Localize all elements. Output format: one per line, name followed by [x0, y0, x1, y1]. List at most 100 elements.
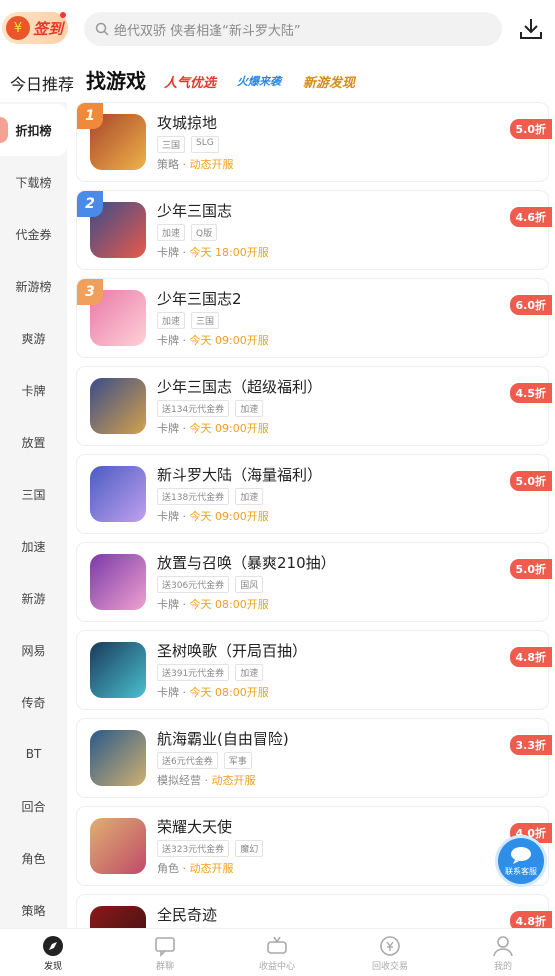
game-tag: 送134元代金券: [157, 400, 230, 417]
game-card[interactable]: 放置与召唤（暴爽210抽） 送306元代金券 国风 卡牌 · 今天 08:00开服 5.…: [77, 543, 552, 621]
sidebar-item-role[interactable]: 角色: [0, 832, 67, 884]
sidebar-item-label: 回合: [21, 799, 46, 814]
sign-in-button[interactable]: ¥ 签到: [2, 12, 68, 44]
game-card[interactable]: 2 少年三国志 加速 Q版 卡牌 · 今天 18:00开服 4.6折: [77, 191, 552, 269]
game-card[interactable]: 荣耀大天使 送323元代金券 魔幻 角色 · 动态开服 4.0折: [77, 807, 552, 885]
game-tag: 加速: [235, 488, 264, 505]
sidebar-item-legend[interactable]: 传奇: [0, 676, 67, 728]
nav-trade[interactable]: 回收交易: [350, 935, 430, 972]
game-meta: 模拟经营 · 动态开服: [157, 772, 256, 788]
game-tags: 送306元代金券 国风: [157, 576, 264, 593]
sidebar-item-downloads[interactable]: 下载榜: [0, 156, 67, 208]
user-icon: [493, 936, 513, 957]
search-input[interactable]: 绝代双骄 侠者相逢“新斗罗大陆”: [84, 12, 502, 46]
game-tag: 加速: [235, 664, 264, 681]
sidebar-item-card[interactable]: 卡牌: [0, 364, 67, 416]
sidebar-item-turn-based[interactable]: 回合: [0, 780, 67, 832]
sidebar-item-label: 新游: [21, 591, 46, 606]
game-tag: 三国: [191, 312, 220, 329]
tab-boom[interactable]: 火爆来袭: [237, 73, 281, 89]
game-tag: 送138元代金券: [157, 488, 230, 505]
chat-icon: [155, 937, 175, 957]
server-status: 今天 08:00开服: [189, 598, 269, 611]
game-tags: 加速 Q版: [157, 224, 218, 241]
sidebar-item-new[interactable]: 新游: [0, 572, 67, 624]
nav-discover[interactable]: 发现: [13, 935, 93, 972]
game-list: 1 攻城掠地 三国 SLG 策略 · 动态开服 5.0折 2 少年三国志 加速 Q版 卡牌 · 今天…: [67, 102, 555, 928]
customer-service-label: 联系客服: [505, 866, 537, 876]
game-name: 少年三国志（超级福利）: [157, 378, 323, 396]
game-name: 少年三国志2: [157, 290, 242, 308]
game-meta: 卡牌 · 今天 09:00开服: [157, 332, 269, 348]
game-card[interactable]: 3 少年三国志2 加速 三国 卡牌 · 今天 09:00开服 6.0折: [77, 279, 552, 357]
sidebar-item-shuangyou[interactable]: 爽游: [0, 312, 67, 364]
discount-badge: 4.5折: [509, 383, 552, 403]
game-tag: 加速: [157, 224, 186, 241]
game-icon: [90, 466, 146, 522]
nav-group-chat[interactable]: 群聊: [125, 935, 205, 972]
yuan-cycle-icon: [380, 936, 400, 956]
sidebar-item-label: 传奇: [21, 695, 46, 710]
game-tag: 加速: [157, 312, 186, 329]
search-placeholder: 绝代双骄 侠者相逢“新斗罗大陆”: [114, 23, 301, 39]
game-genre: 卡牌 ·: [157, 510, 190, 523]
game-name: 攻城掠地: [157, 114, 218, 132]
rank-badge: 3: [77, 279, 103, 305]
sidebar-item-speedup[interactable]: 加速: [0, 520, 67, 572]
sidebar-item-label: 新游榜: [15, 279, 52, 294]
sidebar-item-new-games[interactable]: 新游榜: [0, 260, 67, 312]
server-status: 动态开服: [189, 862, 234, 875]
game-meta: 卡牌 · 今天 09:00开服: [157, 508, 269, 524]
game-meta: 卡牌 · 今天 09:00开服: [157, 420, 269, 436]
discount-badge: 5.0折: [509, 471, 552, 491]
game-genre: 模拟经营 ·: [157, 774, 212, 787]
game-genre: 卡牌 ·: [157, 598, 190, 611]
download-icon[interactable]: [518, 16, 544, 42]
tab-new[interactable]: 新游发现: [303, 72, 355, 91]
search-icon: [94, 21, 110, 37]
nav-label: 群聊: [155, 962, 174, 972]
sidebar-item-three-kingdoms[interactable]: 三国: [0, 468, 67, 520]
game-icon: [90, 378, 146, 434]
game-card[interactable]: 1 攻城掠地 三国 SLG 策略 · 动态开服 5.0折: [77, 103, 552, 181]
sidebar-item-idle[interactable]: 放置: [0, 416, 67, 468]
sidebar-item-bt[interactable]: BT: [0, 728, 67, 780]
customer-service-button[interactable]: 联系客服: [498, 838, 544, 884]
game-tag: 军事: [223, 752, 252, 769]
game-name: 荣耀大天使: [157, 818, 233, 836]
sidebar-item-label: 下载榜: [15, 175, 52, 190]
game-name: 新斗罗大陆（海量福利）: [157, 466, 323, 484]
server-status: 今天 18:00开服: [189, 246, 269, 259]
server-status: 今天 09:00开服: [189, 510, 269, 523]
active-indicator: [0, 117, 8, 143]
game-card[interactable]: 少年三国志（超级福利） 送134元代金券 加速 卡牌 · 今天 09:00开服 4.5折: [77, 367, 552, 445]
game-tags: 送138元代金券 加速: [157, 488, 264, 505]
tab-today[interactable]: 今日推荐: [10, 71, 74, 95]
game-tags: 三国 SLG: [157, 136, 219, 153]
game-genre: 卡牌 ·: [157, 334, 190, 347]
game-card[interactable]: 圣树唤歌（开局百抽） 送391元代金券 加速 卡牌 · 今天 08:00开服 4.8折: [77, 631, 552, 709]
notification-dot: [60, 12, 66, 18]
game-meta: 卡牌 · 今天 08:00开服: [157, 684, 269, 700]
discount-badge: 3.3折: [509, 735, 552, 755]
tab-hot[interactable]: 人气优选: [164, 72, 216, 91]
sidebar-item-label: 放置: [21, 435, 46, 450]
chat-bubble-icon: [511, 846, 531, 864]
server-status: 今天 09:00开服: [189, 422, 269, 435]
gamepad-icon: [267, 936, 287, 954]
game-card[interactable]: 航海霸业(自由冒险) 送6元代金券 军事 模拟经营 · 动态开服 3.3折: [77, 719, 552, 797]
game-card[interactable]: 新斗罗大陆（海量福利） 送138元代金券 加速 卡牌 · 今天 09:00开服 5.0折: [77, 455, 552, 533]
nav-earnings[interactable]: 收益中心: [237, 935, 317, 972]
game-tags: 加速 三国: [157, 312, 220, 329]
discount-badge: 4.8折: [509, 911, 552, 928]
game-name: 圣树唤歌（开局百抽）: [157, 642, 308, 660]
tab-find-games[interactable]: 找游戏: [86, 65, 146, 94]
game-tag: 三国: [157, 136, 186, 153]
sidebar-item-discount[interactable]: 折扣榜: [0, 104, 67, 156]
sidebar-item-netease[interactable]: 网易: [0, 624, 67, 676]
sidebar-item-voucher[interactable]: 代金券: [0, 208, 67, 260]
sidebar-item-label: 加速: [21, 539, 46, 554]
nav-mine[interactable]: 我的: [463, 935, 543, 972]
game-card[interactable]: 全民奇迹 4.8折: [77, 895, 552, 928]
sidebar-item-label: 爽游: [21, 331, 46, 346]
